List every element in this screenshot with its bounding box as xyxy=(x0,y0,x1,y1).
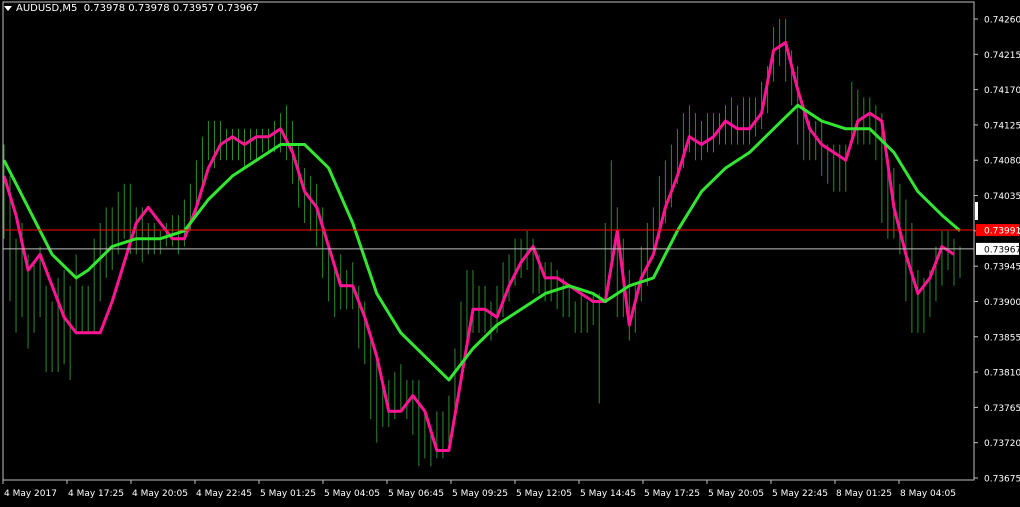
y-tick-label: 0.74125 xyxy=(984,121,1020,131)
y-tick-label: 0.73720 xyxy=(984,439,1020,449)
x-tick-label: 8 May 01:25 xyxy=(836,489,892,499)
scroll-marker xyxy=(975,202,978,220)
y-tick-label: 0.74215 xyxy=(984,51,1020,61)
x-tick-label: 5 May 20:05 xyxy=(708,489,764,499)
chart-window[interactable]: 0.74260 0.74215 0.74170 0.74125 0.74080 0.740… xyxy=(0,0,1020,503)
y-tick-label: 0.73765 xyxy=(984,404,1020,414)
x-tick-label: 4 May 20:05 xyxy=(132,489,188,499)
price-chart[interactable]: 0.74260 0.74215 0.74170 0.74125 0.74080 0.740… xyxy=(0,0,1020,503)
x-tick-label: 5 May 12:05 xyxy=(516,489,572,499)
x-tick-label: 5 May 09:25 xyxy=(452,489,508,499)
dropdown-triangle-icon[interactable] xyxy=(4,5,12,11)
y-tick-label: 0.73675 xyxy=(984,475,1020,485)
chart-background xyxy=(0,0,1020,503)
bid-price-label: 0.73967 xyxy=(984,245,1020,255)
y-tick-label: 0.73810 xyxy=(984,369,1020,379)
x-tick-label: 5 May 06:45 xyxy=(388,489,444,499)
x-tick-label: 5 May 04:05 xyxy=(324,489,380,499)
x-tick-label: 5 May 14:45 xyxy=(580,489,636,499)
y-tick-label: 0.73900 xyxy=(984,298,1020,308)
x-tick-label: 8 May 04:05 xyxy=(900,489,956,499)
y-tick-label: 0.73945 xyxy=(984,263,1020,273)
x-tick-label: 5 May 17:25 xyxy=(644,489,700,499)
y-tick-label: 0.73855 xyxy=(984,333,1020,343)
x-tick-label: 5 May 01:25 xyxy=(260,489,316,499)
symbol-label: AUDUSD,M5 xyxy=(16,3,78,14)
y-tick-label: 0.74260 xyxy=(984,16,1020,26)
y-tick-label: 0.74080 xyxy=(984,157,1020,167)
x-tick-label: 4 May 17:25 xyxy=(68,489,124,499)
ask-price-label: 0.73991 xyxy=(984,227,1020,237)
x-tick-label: 5 May 22:45 xyxy=(772,489,828,499)
ohlc-values: 0.73978 0.73978 0.73957 0.73967 xyxy=(83,3,259,14)
y-tick-label: 0.74035 xyxy=(984,192,1020,202)
chart-header: AUDUSD,M5 0.73978 0.73978 0.73957 0.7396… xyxy=(4,3,259,14)
y-tick-label: 0.74170 xyxy=(984,86,1020,96)
x-tick-label: 4 May 22:45 xyxy=(196,489,252,499)
x-tick-label: 4 May 2017 xyxy=(4,489,57,499)
